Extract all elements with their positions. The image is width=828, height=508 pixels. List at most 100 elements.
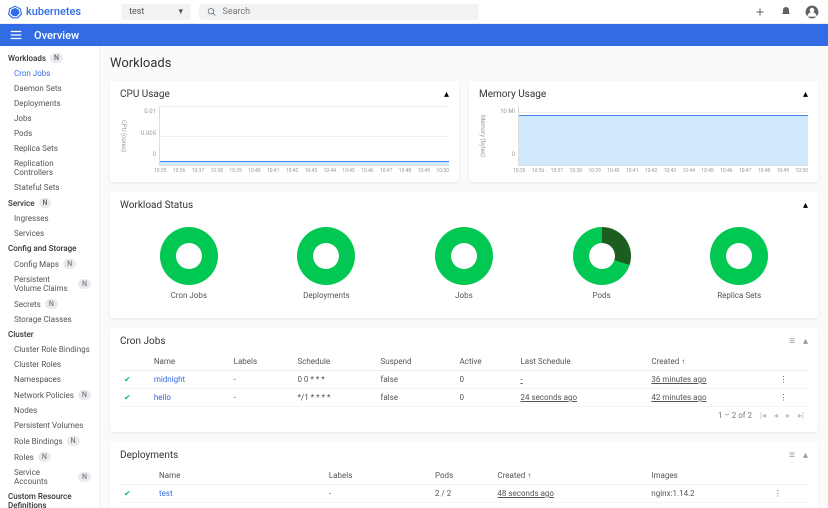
sidebar-item-namespaces[interactable]: Namespaces	[0, 372, 99, 387]
xtick: 10:46	[361, 168, 373, 174]
sidebar-item-clusterrolebindings[interactable]: Cluster Role Bindings	[0, 342, 99, 357]
pager-prev[interactable]: ◂	[774, 411, 778, 420]
collapse-icon[interactable]: ▴	[444, 89, 449, 100]
search-input[interactable]	[222, 7, 471, 17]
add-button[interactable]	[752, 4, 768, 20]
row-menu[interactable]: ⋮	[775, 389, 808, 407]
sidebar-item-daemonsets[interactable]: Daemon Sets	[0, 81, 99, 96]
xtick: 10:36	[532, 168, 544, 174]
sidebar-group-crd[interactable]: Custom Resource Definitions	[0, 489, 99, 508]
sidebar-item-pods[interactable]: Pods	[0, 126, 99, 141]
donut-label: Deployments	[297, 291, 355, 300]
col-header[interactable]: Labels	[230, 353, 294, 371]
sidebar-group-cluster[interactable]: Cluster	[0, 327, 99, 342]
deployment-name-link[interactable]: nginx-deployment	[155, 503, 325, 508]
sidebar-item-label: Cluster Roles	[14, 360, 61, 369]
sidebar-item-rolebindings[interactable]: Role BindingsN	[0, 433, 99, 449]
sidebar-item-nodes[interactable]: Nodes	[0, 403, 99, 418]
donut-chart	[297, 227, 355, 285]
sidebar-item-replicasets[interactable]: Replica Sets	[0, 141, 99, 156]
sidebar-item-deployments[interactable]: Deployments	[0, 96, 99, 111]
collapse-icon[interactable]: ▴	[803, 200, 808, 211]
namespace-select[interactable]: test ▾	[121, 4, 191, 20]
col-header[interactable]: Schedule	[293, 353, 376, 371]
namespace-value: test	[129, 7, 144, 17]
sidebar-group-config[interactable]: Config and Storage	[0, 241, 99, 256]
col-header[interactable]: Labels	[325, 467, 431, 485]
cell: 2 / 2	[431, 485, 493, 503]
sidebar-item-roles[interactable]: RolesN	[0, 449, 99, 465]
pager-next[interactable]: ▸	[786, 411, 790, 420]
cronjobs-title: Cron Jobs	[120, 336, 166, 347]
topbar: kubernetes test ▾	[0, 0, 828, 24]
menu-button[interactable]	[8, 27, 24, 43]
pager-first[interactable]: |◂	[760, 411, 766, 420]
memory-plot	[518, 106, 808, 166]
cron-name-link[interactable]: midnight	[150, 371, 230, 389]
logo[interactable]: kubernetes	[8, 5, 81, 19]
sidebar-item-ingresses[interactable]: Ingresses	[0, 211, 99, 226]
sidebar-item-label: Replication Controllers	[14, 159, 91, 177]
cell: 42 minutes ago	[493, 503, 647, 508]
search-icon	[207, 7, 216, 17]
sidebar-group-workloads[interactable]: WorkloadsN	[0, 50, 99, 66]
col-header[interactable]: Created ↑	[647, 353, 775, 371]
badge: N	[63, 259, 76, 269]
deployment-name-link[interactable]: test	[155, 485, 325, 503]
col-header[interactable]: Name	[155, 467, 325, 485]
cronjobs-card: Cron Jobs ≡ ▴ NameLabelsScheduleSuspendA…	[110, 328, 818, 432]
sidebar-item-serviceaccounts[interactable]: Service AccountsN	[0, 465, 99, 489]
sidebar-item-label: Network Policies	[14, 391, 74, 400]
sidebar-item-storageclasses[interactable]: Storage Classes	[0, 312, 99, 327]
col-header[interactable]: Suspend	[377, 353, 456, 371]
status-ok-icon: ✔	[124, 489, 131, 498]
account-icon	[805, 5, 819, 19]
sidebar-item-label: Nodes	[14, 406, 37, 415]
sidebar-item-jobs[interactable]: Jobs	[0, 111, 99, 126]
sidebar-item-pv[interactable]: Persistent Volumes	[0, 418, 99, 433]
col-header[interactable]: Images	[647, 467, 770, 485]
xtick: 10:37	[551, 168, 563, 174]
deployments-title: Deployments	[120, 450, 178, 461]
col-header[interactable]: Last Schedule	[516, 353, 647, 371]
sidebar-item-statefulsets[interactable]: Stateful Sets	[0, 180, 99, 195]
sidebar-item-cronjobs[interactable]: Cron Jobs	[0, 66, 99, 81]
cron-name-link[interactable]: hello	[150, 389, 230, 407]
xtick: 10:41	[626, 168, 638, 174]
collapse-icon[interactable]: ▴	[803, 89, 808, 100]
sidebar-item-secrets[interactable]: SecretsN	[0, 296, 99, 312]
sidebar-item-replicationcontrollers[interactable]: Replication Controllers	[0, 156, 99, 180]
row-menu[interactable]: ⋮	[770, 503, 808, 508]
sidebar-item-pvc[interactable]: Persistent Volume ClaimsN	[0, 272, 99, 296]
search-box[interactable]	[199, 4, 479, 20]
row-menu[interactable]: ⋮	[770, 485, 808, 503]
filter-icon[interactable]: ≡	[789, 450, 795, 461]
pager-last[interactable]: ▸|	[798, 411, 804, 420]
xtick: 10:43	[305, 168, 317, 174]
sidebar-group-service[interactable]: ServiceN	[0, 195, 99, 211]
xtick: 10:50	[436, 168, 448, 174]
sidebar-item-clusterroles[interactable]: Cluster Roles	[0, 357, 99, 372]
chevron-down-icon: ▾	[179, 7, 184, 17]
account-button[interactable]	[804, 4, 820, 20]
row-menu[interactable]: ⋮	[775, 371, 808, 389]
cell: */1 * * * *	[293, 389, 376, 407]
filter-icon[interactable]: ≡	[789, 336, 795, 347]
sidebar-item-networkpolicies[interactable]: Network PoliciesN	[0, 387, 99, 403]
col-header[interactable]: Name	[150, 353, 230, 371]
sidebar-item-configmaps[interactable]: Config MapsN	[0, 256, 99, 272]
collapse-icon[interactable]: ▴	[803, 450, 808, 461]
col-header[interactable]: Active	[456, 353, 517, 371]
workload-status-card: Workload Status▴ Cron JobsDeploymentsJob…	[110, 192, 818, 318]
col-header[interactable]: Pods	[431, 467, 493, 485]
col-header[interactable]: Created ↑	[493, 467, 647, 485]
notifications-button[interactable]	[778, 4, 794, 20]
xtick: 10:44	[323, 168, 335, 174]
cpu-y-label: CPU (cores)	[120, 106, 127, 166]
xtick: 10:42	[286, 168, 298, 174]
xtick: 10:49	[777, 168, 789, 174]
sidebar: WorkloadsN Cron Jobs Daemon Sets Deploym…	[0, 46, 100, 508]
xtick: 10:48	[758, 168, 770, 174]
sidebar-item-services[interactable]: Services	[0, 226, 99, 241]
collapse-icon[interactable]: ▴	[803, 336, 808, 347]
